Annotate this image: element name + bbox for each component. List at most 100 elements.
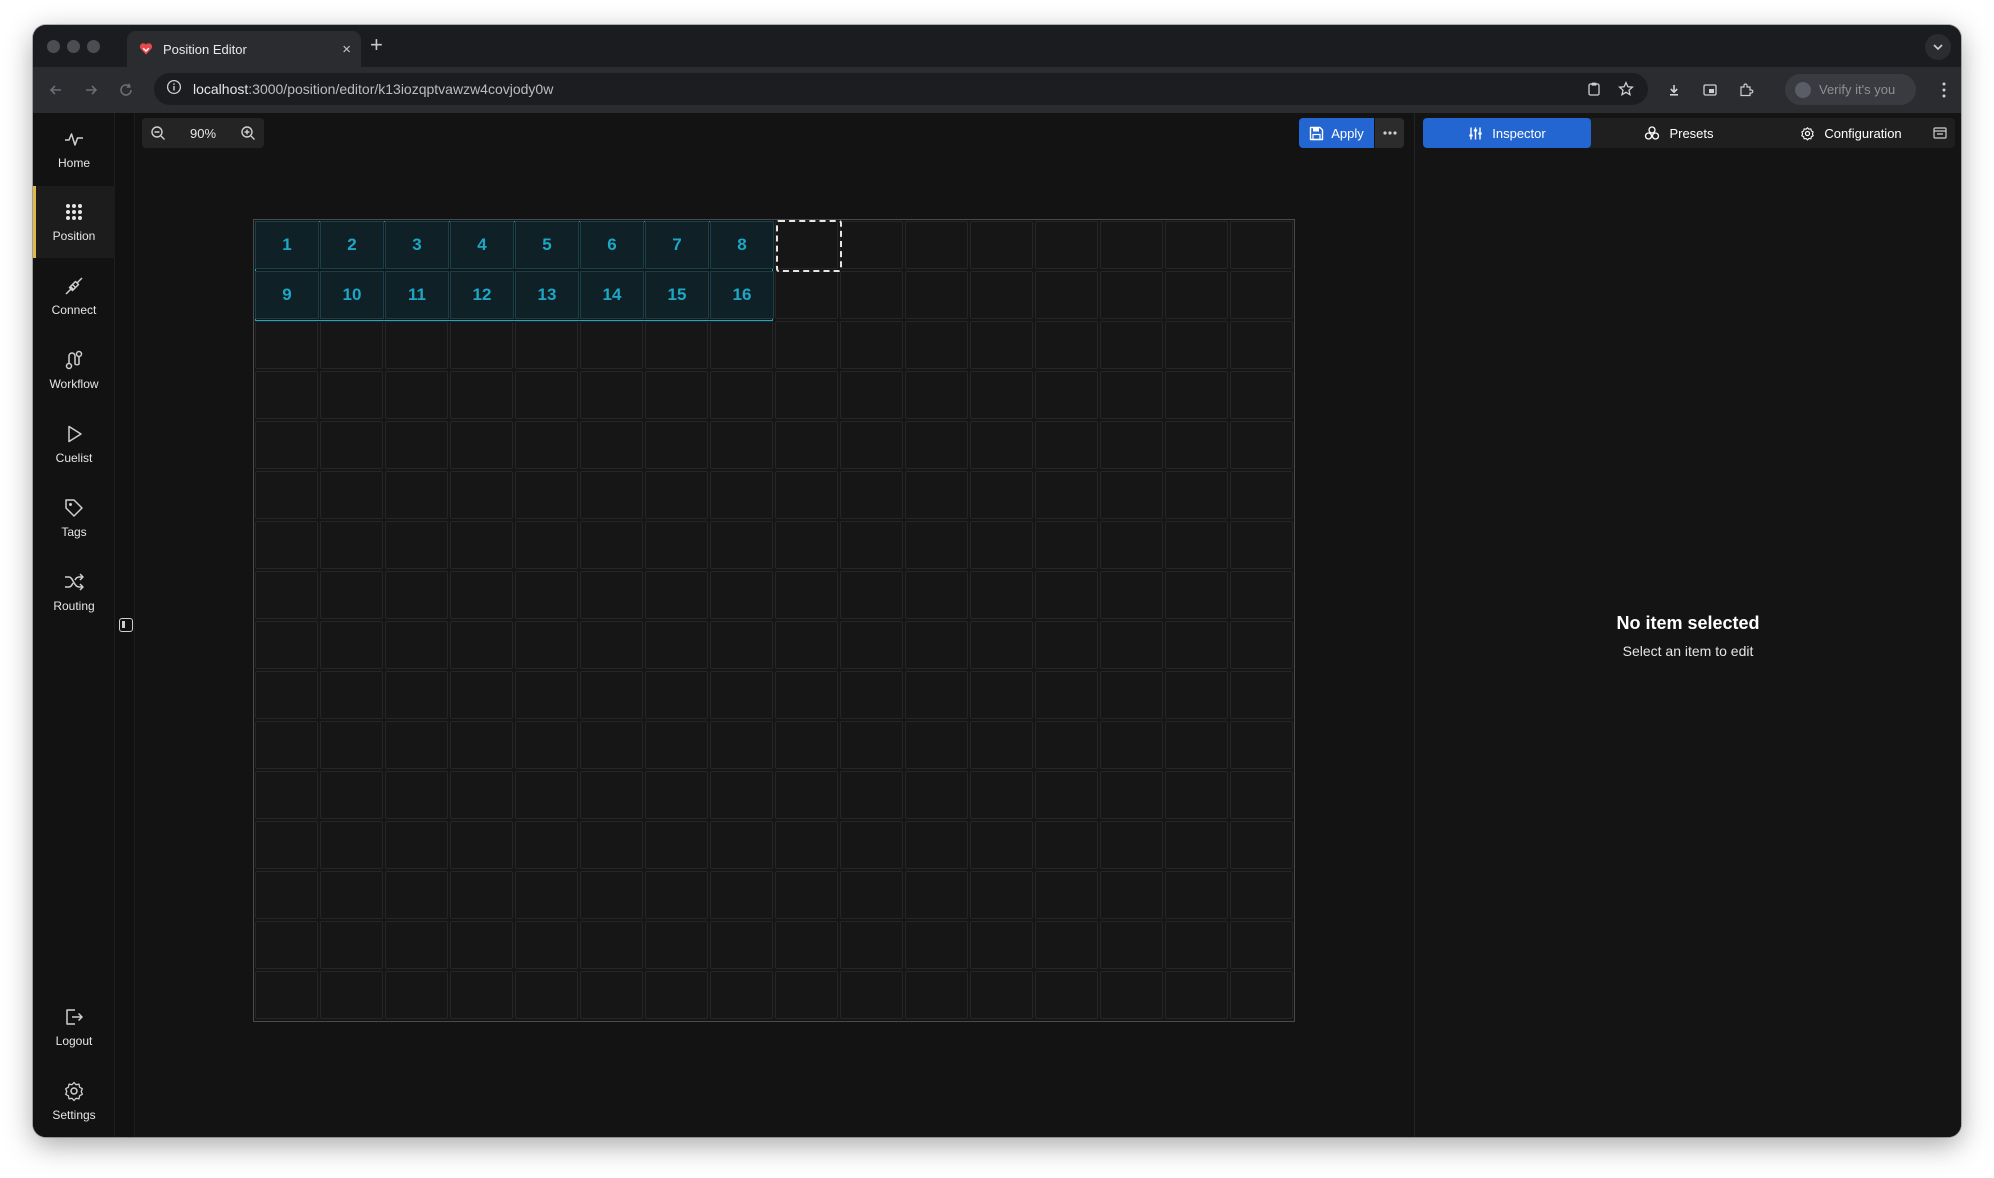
grid-cell[interactable]	[255, 721, 318, 769]
grid-cell[interactable]	[905, 221, 968, 269]
grid-cell[interactable]	[450, 871, 513, 919]
grid-cell[interactable]	[710, 971, 773, 1019]
grid-item[interactable]: 2	[320, 221, 384, 269]
cast-icon[interactable]	[1699, 79, 1721, 101]
grid-cell[interactable]	[970, 421, 1033, 469]
grid-cell[interactable]	[385, 471, 448, 519]
grid-cell[interactable]	[710, 871, 773, 919]
bookmark-star-icon[interactable]	[1616, 79, 1636, 99]
grid-cell[interactable]	[1100, 421, 1163, 469]
grid-cell[interactable]	[450, 571, 513, 619]
grid-cell[interactable]	[1165, 921, 1228, 969]
grid-cell[interactable]	[645, 571, 708, 619]
grid-cell[interactable]	[970, 571, 1033, 619]
sidebar-item-cuelist[interactable]: Cuelist	[33, 408, 115, 480]
grid-cell[interactable]	[1035, 771, 1098, 819]
grid-cell[interactable]	[970, 371, 1033, 419]
grid-cell[interactable]	[1100, 871, 1163, 919]
grid-cell[interactable]	[320, 921, 383, 969]
grid-cell[interactable]	[515, 371, 578, 419]
grid-item[interactable]: 4	[450, 221, 514, 269]
grid-cell[interactable]	[320, 571, 383, 619]
grid-cell[interactable]	[970, 871, 1033, 919]
grid-cell[interactable]	[1100, 771, 1163, 819]
grid-cell[interactable]	[320, 471, 383, 519]
grid-cell[interactable]	[320, 321, 383, 369]
grid-item[interactable]: 15	[645, 271, 709, 319]
grid-cell[interactable]	[1100, 321, 1163, 369]
grid-cell[interactable]	[1165, 271, 1228, 319]
grid-cell[interactable]	[905, 671, 968, 719]
grid-cell[interactable]	[645, 421, 708, 469]
grid-cell[interactable]	[840, 621, 903, 669]
grid-cell[interactable]	[450, 921, 513, 969]
grid-cell[interactable]	[905, 471, 968, 519]
grid-cell[interactable]	[1035, 621, 1098, 669]
grid-cell[interactable]	[905, 421, 968, 469]
grid-cell[interactable]	[645, 771, 708, 819]
grid-cell[interactable]	[775, 421, 838, 469]
new-tab-button[interactable]: +	[370, 34, 383, 56]
grid-cell[interactable]	[515, 671, 578, 719]
grid-cell[interactable]	[255, 871, 318, 919]
sidebar-item-workflow[interactable]: Workflow	[33, 334, 115, 406]
grid-cell[interactable]	[1035, 571, 1098, 619]
grid-cell[interactable]	[710, 471, 773, 519]
grid-cell[interactable]	[385, 521, 448, 569]
grid-cell[interactable]	[840, 671, 903, 719]
grid-cell[interactable]	[645, 321, 708, 369]
grid-cell[interactable]	[515, 721, 578, 769]
grid-cell[interactable]	[1165, 771, 1228, 819]
grid-cell[interactable]	[580, 821, 643, 869]
grid-cell[interactable]	[905, 571, 968, 619]
grid-cell[interactable]	[320, 871, 383, 919]
zoom-out-button[interactable]	[148, 123, 168, 143]
grid-cell[interactable]	[775, 921, 838, 969]
back-button[interactable]	[45, 79, 67, 101]
grid-cell[interactable]	[450, 821, 513, 869]
browser-tab[interactable]: Position Editor ×	[127, 31, 361, 67]
grid-cell[interactable]	[645, 971, 708, 1019]
grid-cell[interactable]	[710, 921, 773, 969]
grid-cell[interactable]	[320, 421, 383, 469]
grid-cell[interactable]	[1035, 271, 1098, 319]
grid-cell[interactable]	[1100, 971, 1163, 1019]
grid-cell[interactable]	[905, 971, 968, 1019]
grid-cell[interactable]	[255, 671, 318, 719]
grid-cell[interactable]	[515, 921, 578, 969]
grid-cell[interactable]	[255, 571, 318, 619]
grid-cell[interactable]	[1165, 221, 1228, 269]
grid-cell[interactable]	[320, 371, 383, 419]
grid-cell[interactable]	[1165, 571, 1228, 619]
grid-cell[interactable]	[970, 471, 1033, 519]
grid-cell[interactable]	[1100, 371, 1163, 419]
grid-cell[interactable]	[385, 971, 448, 1019]
grid-cell[interactable]	[1100, 921, 1163, 969]
grid-cell[interactable]	[775, 671, 838, 719]
grid-cell[interactable]	[515, 871, 578, 919]
grid-cell[interactable]	[320, 621, 383, 669]
grid-cell[interactable]	[970, 771, 1033, 819]
grid-cell[interactable]	[970, 721, 1033, 769]
grid-cell[interactable]	[905, 321, 968, 369]
grid-cell[interactable]	[580, 321, 643, 369]
grid-cell[interactable]	[775, 271, 838, 319]
download-icon[interactable]	[1663, 79, 1685, 101]
grid-cell[interactable]	[580, 521, 643, 569]
grid-cell[interactable]	[385, 621, 448, 669]
grid-cell[interactable]	[450, 671, 513, 719]
grid-cell[interactable]	[1035, 871, 1098, 919]
grid-cell[interactable]	[1035, 221, 1098, 269]
grid-cell[interactable]	[1100, 471, 1163, 519]
grid-item[interactable]: 8	[710, 221, 774, 269]
grid-cell[interactable]	[255, 521, 318, 569]
grid-cell[interactable]	[450, 471, 513, 519]
grid-item[interactable]: 1	[255, 221, 319, 269]
grid-cell[interactable]	[840, 921, 903, 969]
grid-cell[interactable]	[840, 521, 903, 569]
grid-cell[interactable]	[385, 771, 448, 819]
grid-cell[interactable]	[580, 471, 643, 519]
grid-cell[interactable]	[385, 821, 448, 869]
grid-cell[interactable]	[970, 971, 1033, 1019]
grid-cell[interactable]	[645, 721, 708, 769]
